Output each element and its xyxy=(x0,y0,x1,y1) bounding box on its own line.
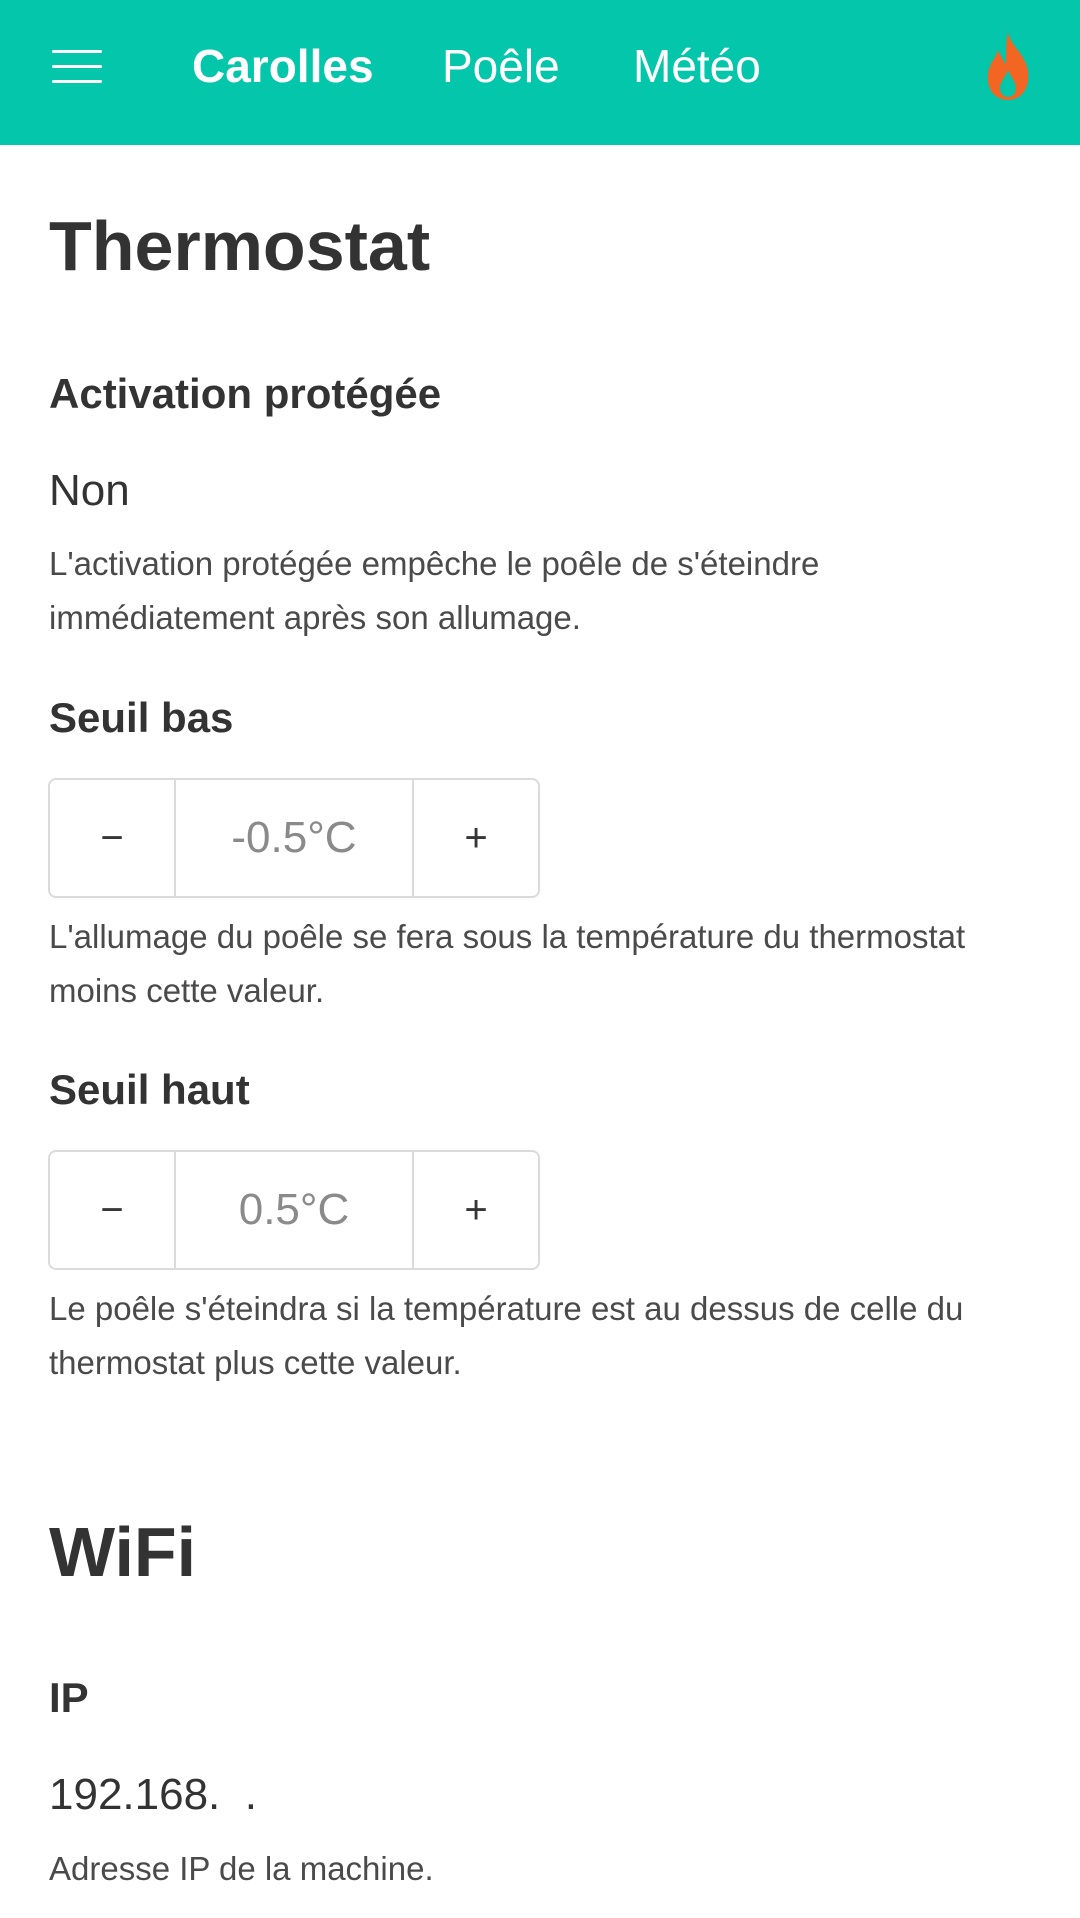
ip-help: Adresse IP de la machine. xyxy=(49,1850,434,1887)
high-threshold-increment-button[interactable]: + xyxy=(412,1152,538,1268)
high-threshold-help: Le poêle s'éteindra si la température es… xyxy=(49,1290,964,1381)
nav-item-poele[interactable]: Poêle xyxy=(442,38,560,94)
high-threshold-input[interactable] xyxy=(176,1185,412,1235)
low-threshold-label: Seuil bas xyxy=(49,694,234,741)
ip-label: IP xyxy=(49,1674,89,1721)
section-title-thermostat: Thermostat xyxy=(49,207,431,285)
protected-activation-label: Activation protégée xyxy=(49,370,442,417)
high-threshold-stepper: − + xyxy=(48,1150,540,1270)
high-threshold-label: Seuil haut xyxy=(49,1066,250,1113)
protected-activation-value[interactable]: Non xyxy=(49,464,130,518)
hamburger-menu-icon[interactable] xyxy=(52,50,102,84)
high-threshold-decrement-button[interactable]: − xyxy=(50,1152,176,1268)
top-navbar: Carolles Poêle Météo xyxy=(0,0,1080,145)
section-title-wifi: WiFi xyxy=(49,1513,197,1591)
low-threshold-input[interactable] xyxy=(176,813,412,863)
low-threshold-stepper: − + xyxy=(48,778,540,898)
flame-icon[interactable] xyxy=(980,30,1036,102)
low-threshold-decrement-button[interactable]: − xyxy=(50,780,176,896)
low-threshold-value-field xyxy=(176,780,412,896)
low-threshold-help: L'allumage du poêle se fera sous la temp… xyxy=(49,918,966,1009)
ip-value: 192.168. . xyxy=(49,1770,257,1819)
nav-item-meteo[interactable]: Météo xyxy=(633,38,761,94)
high-threshold-value-field xyxy=(176,1152,412,1268)
protected-activation-help: L'activation protégée empêche le poêle d… xyxy=(49,545,820,636)
nav-brand-carolles[interactable]: Carolles xyxy=(192,38,374,94)
low-threshold-increment-button[interactable]: + xyxy=(412,780,538,896)
